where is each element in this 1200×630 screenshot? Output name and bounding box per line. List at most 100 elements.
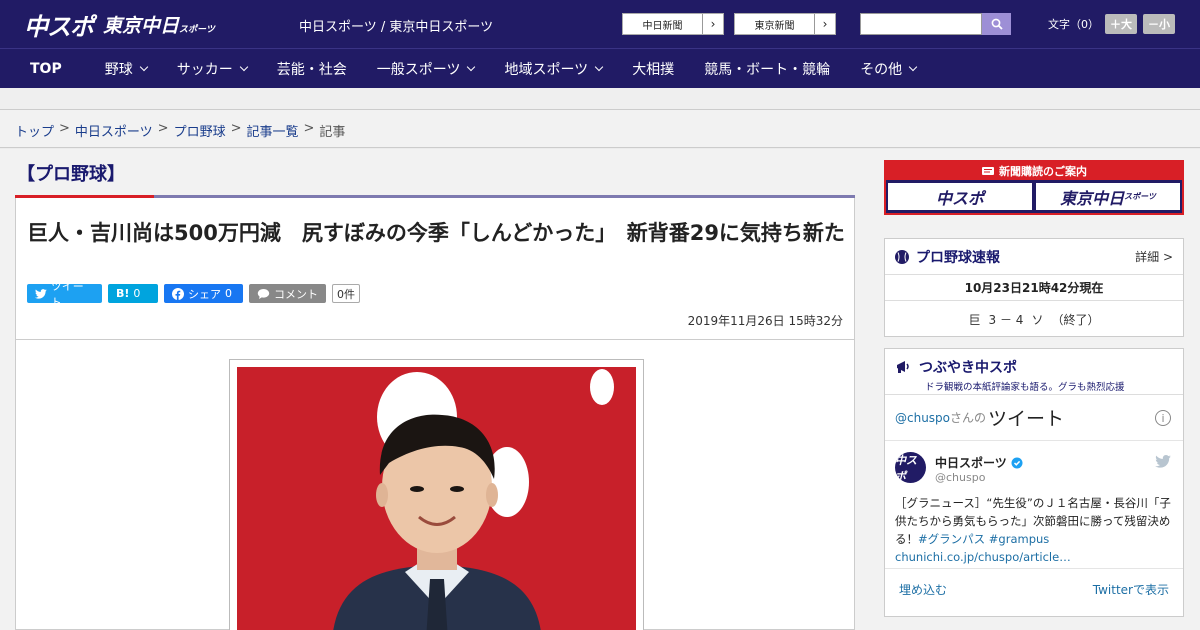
breadcrumb-link-chunichi-sports[interactable]: 中日スポーツ — [75, 121, 153, 140]
timeline-handle[interactable]: @chuspo — [895, 411, 950, 425]
nav-item-soccer[interactable]: サッカー — [162, 59, 262, 79]
chunichi-shimbun-button[interactable]: 中日新聞 › — [622, 13, 724, 35]
facebook-share-button[interactable]: シェア 0 — [164, 284, 243, 303]
tweet-label: ツイート — [50, 279, 84, 309]
subscription-banner[interactable]: 新聞購読のご案内 中スポ 東京中日 スポーツ — [884, 160, 1184, 215]
chevron-right-icon: › — [822, 17, 828, 31]
player-portrait-image — [237, 367, 636, 630]
baseball-scores-more-link[interactable]: 詳細 > — [1135, 248, 1173, 265]
search-input[interactable] — [860, 13, 982, 35]
nav-item-label: 大相撲 — [632, 61, 675, 78]
nav-item-sumo[interactable]: 大相撲 — [617, 59, 689, 79]
team-away: ソ — [1031, 312, 1044, 327]
section-title: 【プロ野球】 — [17, 164, 125, 185]
spacer-strip — [0, 88, 1200, 110]
hatena-bookmark-icon: B! — [116, 287, 130, 300]
embed-link[interactable]: 埋め込む — [899, 581, 947, 598]
breadcrumb-link-article-list[interactable]: 記事一覧 — [247, 121, 299, 140]
subscribe-tokyo-chunichi-link[interactable]: 東京中日 スポーツ — [1036, 183, 1180, 210]
breadcrumb-separator: > — [59, 121, 70, 136]
view-on-twitter-link[interactable]: Twitterで表示 — [1093, 581, 1169, 598]
chevron-down-icon — [239, 62, 248, 72]
game-score: 3 － 4 — [988, 312, 1024, 327]
facebook-share-label: シェア — [188, 287, 221, 301]
font-larger-button[interactable]: ＋大 — [1105, 14, 1137, 34]
article-divider — [16, 339, 854, 340]
twitter-widget: つぶやき中スポ ドラ観戦の本紙評論家も語る。グラも熱烈応援 @chuspo さん… — [884, 348, 1184, 617]
tweet-button[interactable]: ツイート — [27, 280, 102, 309]
font-size-label: 文字（0） — [1048, 18, 1099, 31]
nav-item-label: 一般スポーツ — [376, 61, 461, 78]
article-photo[interactable] — [237, 367, 636, 630]
tweet-link[interactable]: chunichi.co.jp/chuspo/article… — [895, 550, 1071, 564]
game-score-row[interactable]: 巨 3 － 4 ソ （終了） — [885, 301, 1183, 337]
baseball-scores-timestamp: 10月23日21時42分現在 — [885, 275, 1183, 301]
baseball-scores-widget: プロ野球速報 詳細 > 10月23日21時42分現在 巨 3 － 4 ソ （終了… — [884, 238, 1184, 337]
timeline-title: ツイート — [988, 408, 1065, 430]
subscribe-tokyo-chunichi-small: スポーツ — [1124, 192, 1156, 201]
hatena-bookmark-button[interactable]: B! 0 — [108, 284, 158, 303]
nav-item-racing[interactable]: 競馬・ボート・競輪 — [689, 59, 845, 79]
comment-count: 0件 — [332, 284, 360, 303]
subscribe-chuspo-link[interactable]: 中スポ — [888, 183, 1032, 210]
tweet-hashtag[interactable]: #grampus — [989, 532, 1050, 546]
megaphone-icon — [897, 361, 909, 373]
font-size-controls: 文字（0） ＋大 －小 — [1048, 14, 1175, 34]
tweet-author-handle[interactable]: @chuspo — [935, 471, 985, 484]
nav-item-top[interactable]: TOP — [0, 61, 90, 77]
search-button[interactable] — [982, 13, 1011, 35]
facebook-icon — [172, 287, 184, 300]
subscription-banner-text: 新聞購読のご案内 — [999, 165, 1087, 178]
facebook-share-count: 0 — [225, 287, 232, 300]
breadcrumb-link-top[interactable]: トップ — [15, 121, 54, 140]
article-card: 巨人・吉川尚は500万円減 尻すぼみの今季「しんどかった」 新背番29に気持ち新… — [15, 198, 855, 630]
breadcrumb-current: 記事 — [319, 125, 346, 140]
tweet-text: ［グラニュース］“先生役”のＪ１名古屋・長谷川「子供たちから勇気もらった」次節磐… — [895, 494, 1175, 566]
tweet-hashtag[interactable]: #グランパス — [918, 532, 985, 546]
nav-item-other[interactable]: その他 — [845, 59, 931, 79]
tokyo-shimbun-button[interactable]: 東京新聞 › — [734, 13, 836, 35]
speech-bubble-icon — [257, 288, 270, 299]
nav-item-label: TOP — [30, 60, 62, 77]
chevron-down-icon — [908, 62, 918, 72]
font-smaller-button[interactable]: －小 — [1143, 14, 1175, 34]
nav-item-baseball[interactable]: 野球 — [90, 59, 162, 79]
logo-tokyo-text: 東京中日 — [103, 14, 180, 37]
avatar[interactable]: 中スポ — [895, 452, 926, 483]
baseball-scores-title: プロ野球速報 — [916, 249, 1000, 266]
breadcrumb-separator: > — [157, 121, 169, 136]
timeline-handle-suffix: さんの — [950, 411, 987, 425]
timeline-header: @chuspo さんの ツイート i — [885, 395, 1183, 441]
breadcrumb-separator: > — [303, 121, 315, 136]
search-icon — [991, 18, 1003, 30]
twitter-bird-icon[interactable] — [1155, 455, 1171, 468]
article-photo-frame — [229, 359, 644, 630]
top-header: 中スポ 東京中日スポーツ 中日スポーツ / 東京中日スポーツ 中日新聞 › 東京… — [0, 0, 1200, 48]
site-logo[interactable]: 中スポ 東京中日スポーツ — [24, 9, 215, 41]
site-name-link[interactable]: 中日スポーツ / 東京中日スポーツ — [299, 16, 493, 35]
breadcrumb-separator: > — [230, 121, 242, 136]
comment-button[interactable]: コメント — [249, 284, 326, 303]
breadcrumb-link-pro-baseball[interactable]: プロ野球 — [174, 121, 226, 140]
hatena-count: 0 — [133, 287, 141, 300]
nav-item-entertainment[interactable]: 芸能・社会 — [262, 59, 362, 79]
info-icon[interactable]: i — [1155, 410, 1171, 426]
baseball-scores-header: プロ野球速報 詳細 > — [885, 239, 1183, 275]
tweet-author-name[interactable]: 中日スポーツ — [935, 454, 1023, 471]
logo-chuspo: 中スポ — [24, 12, 94, 41]
nav-item-label: 競馬・ボート・競輪 — [704, 61, 831, 78]
nav-item-general-sports[interactable]: 一般スポーツ — [362, 59, 490, 79]
team-home: 巨 — [968, 312, 981, 327]
comment-label: コメント — [274, 287, 318, 301]
tweet-item[interactable]: 中スポ 中日スポーツ @chuspo ［グラニュース］“先生役”のＪ１名古屋・長… — [885, 441, 1183, 569]
twitter-widget-header: つぶやき中スポ ドラ観戦の本紙評論家も語る。グラも熱烈応援 — [885, 349, 1183, 395]
game-status: （終了） — [1051, 312, 1100, 327]
chevron-down-icon — [139, 62, 148, 72]
main-nav: TOP 野球 サッカー 芸能・社会 一般スポーツ 地域スポーツ 大相撲 競馬・ボ… — [0, 48, 1200, 88]
chevron-down-icon — [467, 62, 476, 72]
chevron-down-icon — [594, 62, 604, 72]
nav-item-label: サッカー — [176, 61, 233, 78]
nav-item-local-sports[interactable]: 地域スポーツ — [489, 59, 617, 79]
subscription-banner-row: 中スポ 東京中日 スポーツ — [886, 180, 1182, 213]
subscription-banner-title: 新聞購読のご案内 — [886, 162, 1182, 180]
